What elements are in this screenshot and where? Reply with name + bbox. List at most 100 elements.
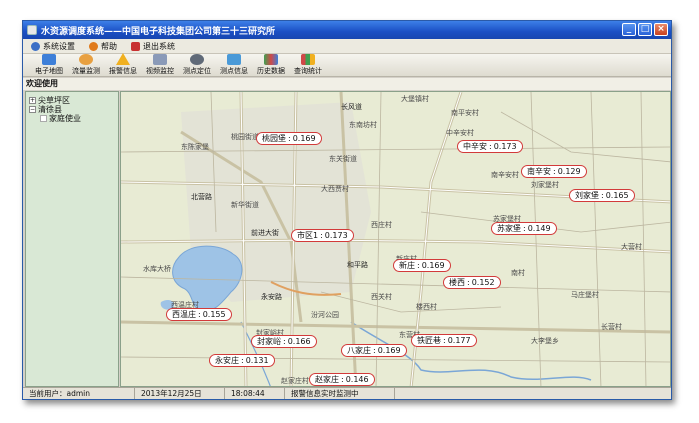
region-tree: + 尖草坪区 − 清徐县 家庭使业 [25, 91, 119, 387]
pin-name: 南辛安 [527, 167, 551, 176]
tool-electronic-map[interactable]: 电子地图 [31, 54, 67, 76]
menu-label: 退出系统 [143, 41, 175, 51]
flow-icon [79, 54, 93, 65]
pin-name: 刘家堡 [575, 191, 599, 200]
status-time: 18:08:44 [225, 388, 285, 399]
status-user: 当前用户：admin [23, 388, 135, 399]
map-pin-yonganzhuang[interactable]: 永安庄:0.131 [209, 354, 275, 367]
stats-icon [301, 54, 315, 65]
welcome-header: 欢迎使用 [23, 78, 671, 90]
window-title: 水资源调度系统——中国电子科技集团公司第三十三研究所 [41, 26, 276, 37]
history-icon [264, 54, 278, 65]
pin-name: 八家庄 [347, 346, 371, 355]
app-window: 水资源调度系统——中国电子科技集团公司第三十三研究所 _ □ × 系统设置 帮助… [22, 20, 672, 400]
map-pin-sujiabao[interactable]: 苏家堡:0.149 [491, 222, 557, 235]
menu-system-settings[interactable]: 系统设置 [31, 41, 75, 52]
map-label: 前进大街 [251, 229, 279, 237]
tool-label: 测点信息 [220, 67, 248, 75]
tool-query-stats[interactable]: 查询统计 [290, 54, 326, 76]
app-icon [27, 25, 37, 35]
tool-label: 测点定位 [183, 67, 211, 75]
map-label: 南村 [511, 269, 525, 277]
map-label: 长营村 [601, 323, 622, 331]
leaf-icon [40, 115, 47, 122]
map-pin-louxi[interactable]: 楼西:0.152 [443, 276, 501, 289]
map-pin-liujiabao[interactable]: 刘家堡:0.165 [569, 189, 635, 202]
tool-history-data[interactable]: 历史数据 [253, 54, 289, 76]
menu-label: 系统设置 [43, 41, 75, 51]
exit-icon [131, 41, 140, 51]
map-label: 西庄村 [371, 221, 392, 229]
pin-name: 铁匠巷 [417, 336, 441, 345]
map-icon [42, 54, 56, 65]
map-pin-xinzhuang[interactable]: 新庄:0.169 [393, 259, 451, 272]
map-pin-taoyuanbao[interactable]: 桃园堡:0.169 [256, 132, 322, 145]
map-pin-zhongxinan[interactable]: 中辛安:0.173 [457, 140, 523, 153]
tool-label: 视频监控 [146, 67, 174, 75]
tool-label: 流量监测 [72, 67, 100, 75]
map-label: 和平路 [347, 261, 368, 269]
menu-bar: 系统设置 帮助 退出系统 [23, 39, 671, 54]
electronic-map[interactable]: 大堡镇村 东南坊村 南平安村 中辛安村 东关街道 大西贾村 南辛安村 刘家堡村 … [120, 91, 671, 387]
map-pin-nanxinan[interactable]: 南辛安:0.129 [521, 165, 587, 178]
tool-point-info[interactable]: 测点信息 [216, 54, 252, 76]
map-label: 大西贾村 [321, 185, 349, 193]
map-label: 大营村 [621, 243, 642, 251]
tool-label: 历史数据 [257, 67, 285, 75]
maximize-button[interactable]: □ [638, 23, 652, 36]
pin-value: 0.155 [202, 310, 226, 319]
status-date: 2013年12月25日 [135, 388, 225, 399]
map-label: 新华街道 [231, 201, 259, 209]
map-label: 南平安村 [451, 109, 479, 117]
map-label: 永安路 [261, 293, 282, 301]
map-label: 北营路 [191, 193, 212, 201]
pin-name: 永安庄 [215, 356, 239, 365]
tool-label: 报警信息 [109, 67, 137, 75]
collapse-icon[interactable]: − [29, 106, 36, 113]
pin-value: 0.173 [324, 231, 348, 240]
map-label: 南辛安村 [491, 171, 519, 179]
map-label: 西关村 [371, 293, 392, 301]
tool-video-monitor[interactable]: 视频监控 [142, 54, 178, 76]
map-label: 中辛安村 [446, 129, 474, 137]
pin-value: 0.131 [245, 356, 269, 365]
map-pin-bajiazhuang[interactable]: 八家庄:0.169 [341, 344, 407, 357]
locate-icon [190, 54, 204, 65]
toolbar: 电子地图 流量监测 报警信息 视频监控 测点定位 测点信息 历史数据 查询统计 [23, 53, 671, 77]
pin-value: 0.177 [447, 336, 471, 345]
map-label: 长风道 [341, 103, 362, 111]
tool-flow-monitor[interactable]: 流量监测 [68, 54, 104, 76]
pin-value: 0.169 [377, 346, 401, 355]
minimize-button[interactable]: _ [622, 23, 636, 36]
menu-label: 帮助 [101, 41, 117, 51]
tree-item-jiating[interactable]: 家庭使业 [40, 113, 81, 124]
pin-name: 市区1 [297, 231, 319, 240]
warning-icon [116, 53, 130, 65]
map-label: 马庄堡村 [571, 291, 599, 299]
map-pin-xiwenzhuang[interactable]: 西温庄:0.155 [166, 308, 232, 321]
map-label: 水库大桥 [143, 265, 171, 273]
pin-value: 0.169 [421, 261, 445, 270]
map-label: 汾河公园 [311, 311, 339, 319]
map-pin-tiejiangxiang[interactable]: 铁匠巷:0.177 [411, 334, 477, 347]
pin-value: 0.166 [287, 337, 311, 346]
pin-value: 0.152 [471, 278, 495, 287]
tool-label: 电子地图 [35, 67, 63, 75]
tool-alarm-info[interactable]: 报警信息 [105, 53, 141, 76]
pin-name: 赵家庄 [315, 375, 339, 384]
menu-exit[interactable]: 退出系统 [131, 41, 175, 52]
expand-icon[interactable]: + [29, 97, 36, 104]
tool-label: 查询统计 [294, 67, 322, 75]
map-pin-fengjiayu[interactable]: 封家峪:0.166 [251, 335, 317, 348]
status-empty [395, 388, 671, 399]
help-icon [89, 41, 98, 51]
map-pin-zhaojiazhuang[interactable]: 赵家庄:0.146 [309, 373, 375, 386]
map-label: 大堡镇村 [401, 95, 429, 103]
tool-point-locate[interactable]: 测点定位 [179, 54, 215, 76]
pin-value: 0.129 [557, 167, 581, 176]
menu-help[interactable]: 帮助 [89, 41, 117, 52]
map-pin-shiqu1[interactable]: 市区1:0.173 [291, 229, 354, 242]
pin-name: 封家峪 [257, 337, 281, 346]
close-button[interactable]: × [654, 23, 668, 36]
map-label: 赵家庄村 [281, 377, 309, 385]
